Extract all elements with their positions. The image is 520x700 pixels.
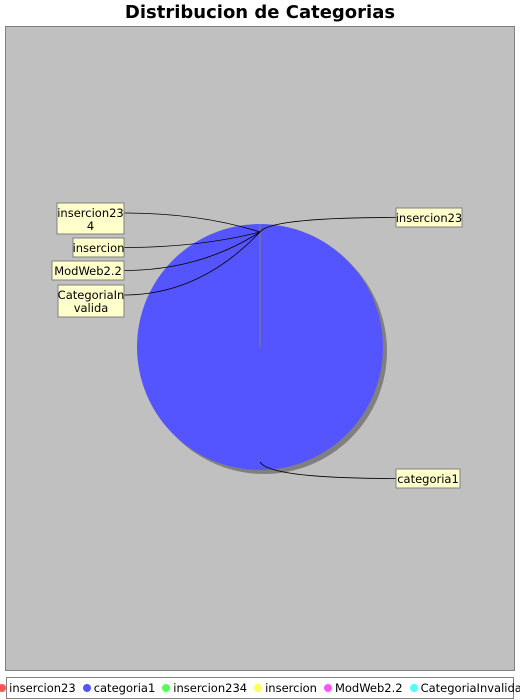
legend-label-categoria1: categoria1 xyxy=(93,681,156,695)
pie-chart: insercion23categoria1insercion23 4inserci… xyxy=(51,202,463,489)
legend-label-insercion234: insercion234 xyxy=(173,681,248,695)
legend-item-insercion234: insercion234 xyxy=(162,681,247,695)
legend-item-insercion: insercion xyxy=(254,681,317,695)
pie-label-insercion: insercion xyxy=(73,241,125,255)
legend-item-modweb2-2: ModWeb2.2 xyxy=(323,681,403,695)
legend-swatch-insercion234 xyxy=(162,684,171,692)
pie-label-modweb2-2: ModWeb2.2 xyxy=(54,264,122,278)
legend-label-categoriainvalida: CategoriaInvalida xyxy=(420,681,520,695)
legend-swatch-insercion23 xyxy=(0,684,7,692)
chart-title: Distribucion de Categorias xyxy=(124,2,396,23)
legend-item-categoriainvalida: CategoriaInvalida xyxy=(409,681,520,695)
legend-label-modweb2-2: ModWeb2.2 xyxy=(334,681,403,695)
legend-swatch-categoriainvalida xyxy=(409,684,418,692)
legend-swatch-insercion xyxy=(254,684,263,692)
legend-label-insercion23: insercion23 xyxy=(9,681,76,695)
pie-label-categoria1: categoria1 xyxy=(397,472,459,486)
legend: insercion23 categoria1 insercion234 inserci… xyxy=(0,677,520,699)
legend-item-insercion23: insercion23 xyxy=(0,681,76,695)
pie-label-insercion23: insercion23 xyxy=(396,211,463,225)
legend-label-insercion: insercion xyxy=(265,681,317,695)
plot-area: insercion23 categoria1 insercion23 4 inserci… xyxy=(5,26,515,671)
legend-swatch-modweb2-2 xyxy=(323,684,332,692)
legend-swatch-categoria1 xyxy=(82,684,91,692)
legend-item-categoria1: categoria1 xyxy=(82,681,156,695)
